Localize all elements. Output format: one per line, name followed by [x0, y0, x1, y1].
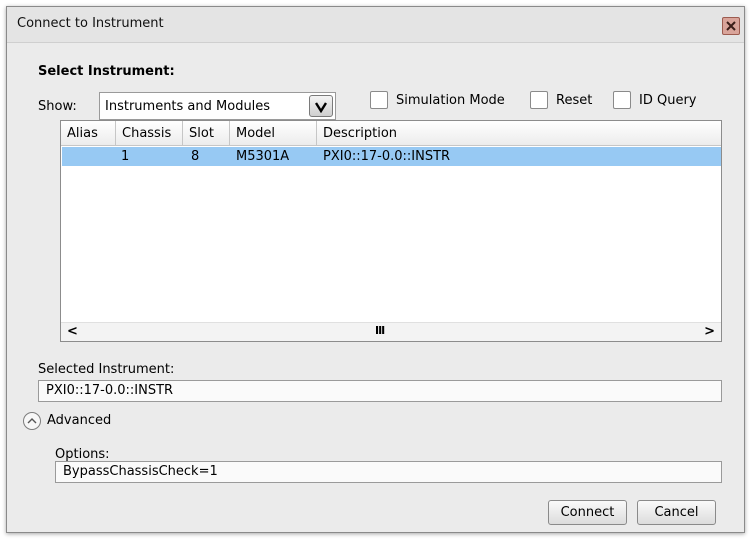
- chevron-down-icon: [315, 102, 327, 113]
- column-header-chassis[interactable]: Chassis: [116, 121, 183, 146]
- close-button[interactable]: [722, 17, 740, 35]
- cancel-button[interactable]: Cancel: [637, 500, 716, 525]
- cell-model: M5301A: [236, 149, 290, 164]
- scroll-left-arrow[interactable]: <: [67, 324, 78, 339]
- options-label: Options:: [55, 447, 110, 462]
- options-field[interactable]: BypassChassisCheck=1: [55, 461, 722, 483]
- title-bar: Connect to Instrument: [7, 7, 744, 43]
- reset-label: Reset: [556, 93, 593, 108]
- simulation-mode-label: Simulation Mode: [396, 93, 505, 108]
- scroll-thumb[interactable]: III: [375, 324, 385, 337]
- cell-slot: 8: [191, 149, 200, 164]
- advanced-toggle[interactable]: [23, 412, 41, 430]
- window-title: Connect to Instrument: [17, 16, 164, 31]
- column-header-alias[interactable]: Alias: [61, 121, 116, 146]
- reset-checkbox[interactable]: [530, 91, 548, 109]
- select-instrument-heading: Select Instrument:: [38, 64, 175, 79]
- selected-instrument-field[interactable]: PXI0::17-0.0::INSTR: [38, 380, 722, 402]
- show-dropdown-button[interactable]: [309, 95, 333, 117]
- table-header: Alias Chassis Slot Model Description: [61, 121, 721, 146]
- show-dropdown-value: Instruments and Modules: [105, 99, 271, 114]
- selected-instrument-label: Selected Instrument:: [38, 362, 175, 377]
- scroll-right-arrow[interactable]: >: [704, 324, 715, 339]
- advanced-label[interactable]: Advanced: [47, 413, 111, 428]
- column-header-model[interactable]: Model: [230, 121, 317, 146]
- cell-chassis: 1: [121, 149, 130, 164]
- column-header-slot[interactable]: Slot: [183, 121, 230, 146]
- cell-description: PXI0::17-0.0::INSTR: [323, 149, 451, 164]
- chevron-up-icon: [27, 418, 37, 424]
- table-row[interactable]: 1 8 M5301A PXI0::17-0.0::INSTR: [62, 147, 721, 166]
- close-icon: [726, 21, 736, 31]
- show-label: Show:: [38, 99, 77, 114]
- simulation-mode-checkbox[interactable]: [370, 91, 388, 109]
- connect-button[interactable]: Connect: [548, 500, 627, 525]
- column-header-description[interactable]: Description: [317, 121, 721, 146]
- id-query-checkbox[interactable]: [613, 91, 631, 109]
- horizontal-scrollbar[interactable]: < III >: [61, 322, 721, 341]
- instrument-table[interactable]: Alias Chassis Slot Model Description 1 8…: [60, 120, 722, 342]
- id-query-label: ID Query: [639, 93, 697, 108]
- show-dropdown[interactable]: Instruments and Modules: [99, 92, 336, 120]
- connect-dialog: Connect to Instrument Select Instrument:…: [6, 6, 745, 533]
